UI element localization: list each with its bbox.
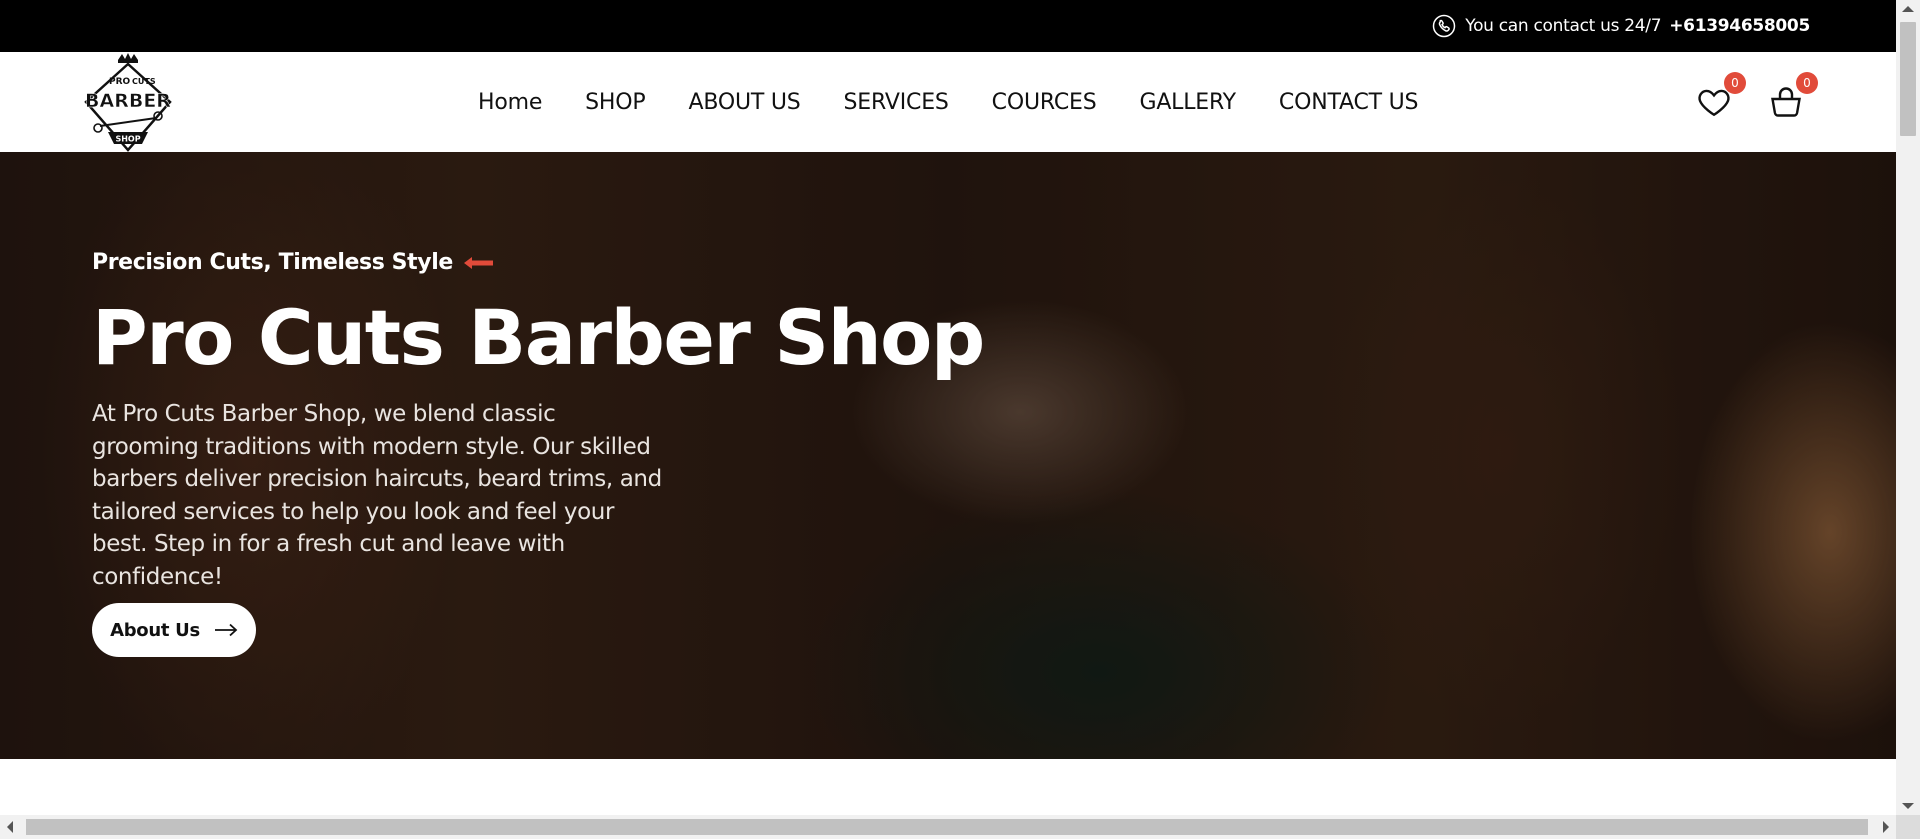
hero-banner: Precision Cuts, Timeless Style Pro Cuts …: [0, 152, 1896, 759]
arrow-right-icon: [214, 623, 238, 637]
cart-count-badge: 0: [1796, 72, 1818, 94]
main-navigation: Home SHOP ABOUT US SERVICES COURCES GALL…: [478, 52, 1419, 152]
nav-cources[interactable]: COURCES: [992, 90, 1097, 115]
logo-text-pro: PRO: [109, 77, 131, 87]
scroll-right-arrow-icon[interactable]: [1883, 821, 1889, 833]
wishlist-button[interactable]: 0: [1696, 72, 1746, 120]
scroll-up-arrow-icon[interactable]: [1902, 6, 1914, 12]
cart-button[interactable]: 0: [1768, 72, 1818, 120]
nav-services[interactable]: SERVICES: [844, 90, 949, 115]
vertical-scroll-thumb[interactable]: [1900, 22, 1916, 136]
arrow-left-icon: [463, 255, 495, 271]
about-us-button-label: About Us: [110, 619, 200, 641]
horizontal-scrollbar[interactable]: [0, 815, 1896, 839]
nav-shop[interactable]: SHOP: [585, 90, 645, 115]
wishlist-count-badge: 0: [1724, 72, 1746, 94]
nav-gallery[interactable]: GALLERY: [1139, 90, 1236, 115]
barber-shop-logo[interactable]: PRO CUTS BARBER SHOP: [80, 52, 176, 152]
about-us-button[interactable]: About Us: [92, 603, 256, 657]
nav-contact-us[interactable]: CONTACT US: [1279, 90, 1419, 115]
scroll-left-arrow-icon[interactable]: [7, 821, 13, 833]
nav-about-us[interactable]: ABOUT US: [688, 90, 800, 115]
hero-tagline: Precision Cuts, Timeless Style: [92, 250, 495, 275]
scroll-down-arrow-icon[interactable]: [1902, 803, 1914, 809]
logo-text-barber: BARBER: [85, 90, 171, 112]
scrollbar-corner: [1896, 815, 1920, 839]
nav-home[interactable]: Home: [478, 90, 542, 115]
hero-description: At Pro Cuts Barber Shop, we blend classi…: [92, 401, 662, 590]
vertical-scrollbar[interactable]: [1896, 0, 1920, 815]
site-header: PRO CUTS BARBER SHOP Home SHOP ABOUT US …: [0, 52, 1896, 152]
header-actions: 0 0: [1696, 52, 1818, 152]
logo-text-cuts: CUTS: [132, 77, 156, 86]
phone-icon: [1432, 14, 1456, 38]
horizontal-scroll-thumb[interactable]: [26, 819, 1868, 835]
hero-title: Pro Cuts Barber Shop: [92, 293, 985, 382]
logo-text-shop: SHOP: [115, 135, 140, 144]
contact-text: You can contact us 24/7: [1465, 16, 1662, 36]
top-contact-bar: You can contact us 24/7 +61394658005: [0, 0, 1896, 52]
hero-tagline-text: Precision Cuts, Timeless Style: [92, 250, 453, 275]
phone-number-link[interactable]: +61394658005: [1669, 16, 1810, 36]
